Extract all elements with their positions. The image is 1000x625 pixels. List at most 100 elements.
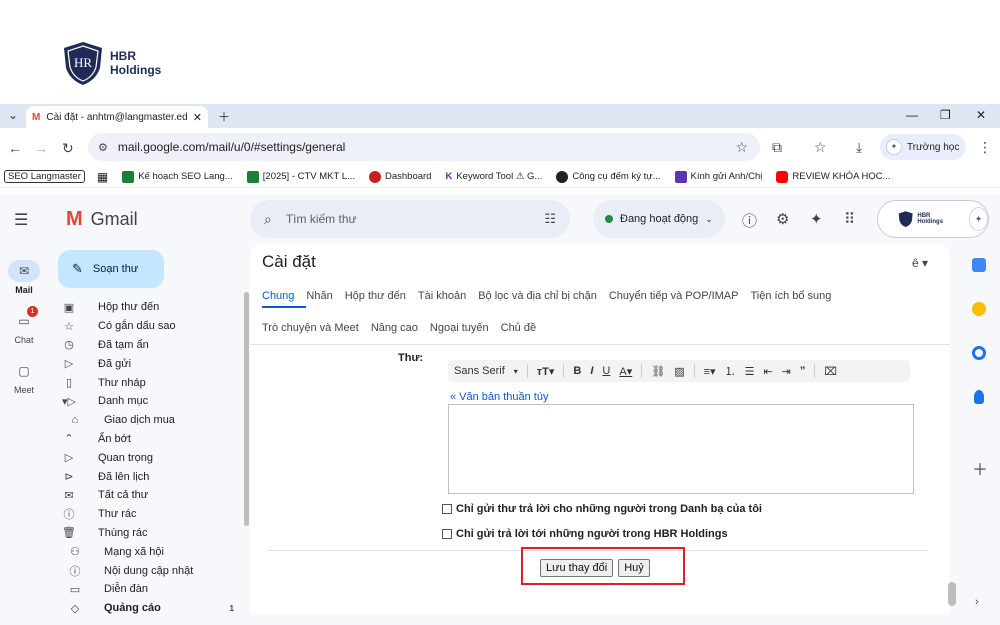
bookmark-review-khoa-hoc[interactable]: REVIEW KHÓA HỌC... (776, 170, 891, 183)
gmail-logo[interactable]: M Gmail (66, 208, 138, 231)
indent-more-icon[interactable]: ⇥ (782, 365, 791, 378)
text-color-icon[interactable]: A▾ (619, 365, 632, 378)
rail-chat[interactable]: ▭ 1 Chat (0, 306, 48, 345)
folder-inbox[interactable]: ▣ Hộp thư đến (58, 298, 248, 317)
download-icon[interactable]: ⤓ (856, 139, 862, 156)
folder-less[interactable]: ⌃ Ẩn bớt (58, 430, 248, 449)
close-window-icon[interactable]: ✕ (976, 108, 986, 122)
tab-accounts[interactable]: Tài khoản (418, 290, 466, 302)
folder-trash[interactable]: 🗑︎ Thùng rác (58, 524, 248, 543)
tab-advanced[interactable]: Nâng cao (371, 322, 418, 334)
rail-meet[interactable]: ▢ Meet (0, 360, 48, 395)
chevron-right-icon[interactable]: › (975, 596, 979, 608)
numbered-list-icon[interactable]: ⒈ (725, 363, 736, 379)
reload-icon[interactable]: ↻ (62, 140, 74, 157)
indent-less-icon[interactable]: ⇤ (763, 365, 772, 378)
chevron-down-icon[interactable]: ▾ (514, 367, 518, 376)
maximize-icon[interactable]: ❐ (940, 108, 951, 122)
tab-chat-meet[interactable]: Trò chuyện và Meet (262, 322, 359, 334)
folder-scheduled[interactable]: ⊳ Đã lên lịch (58, 467, 248, 486)
gemini-icon[interactable]: ✦ (810, 210, 823, 228)
tab-forwarding[interactable]: Chuyển tiếp và POP/IMAP (609, 290, 739, 302)
plain-text-link[interactable]: « Văn bản thuần túy (450, 391, 548, 403)
folder-snoozed[interactable]: ◷ Đã tạm ẩn (58, 336, 248, 355)
cancel-button[interactable]: Huỷ (618, 559, 650, 577)
search-options-icon[interactable]: ☷ (544, 211, 556, 227)
apps-grid-icon[interactable]: ⠿ (844, 210, 855, 228)
folder-social[interactable]: ⚇ Mạng xã hội (58, 542, 248, 561)
quote-icon[interactable]: ” (800, 365, 806, 377)
apps-grid-icon[interactable]: ▦ (97, 170, 108, 184)
checkbox-contacts-only[interactable]: Chỉ gửi thư trả lời cho những người tron… (442, 503, 762, 515)
folder-purchases[interactable]: ⌂ Giao dịch mua (58, 411, 248, 430)
more-vert-icon[interactable]: ⋮ (978, 139, 992, 156)
folder-starred[interactable]: ☆ Có gắn dấu sao (58, 317, 248, 336)
font-size-icon[interactable]: тT▾ (537, 365, 555, 378)
signature-editor[interactable] (448, 404, 914, 494)
folder-categories[interactable]: ▾▷ Danh mục (58, 392, 248, 411)
bookmark-kinh-gui[interactable]: Kính gửi Anh/Chị (674, 170, 762, 183)
folder-promotions[interactable]: ◇ Quảng cáo 1 (58, 599, 248, 618)
back-arrow-icon[interactable]: ← (8, 140, 22, 156)
rail-mail[interactable]: ✉ Mail (0, 260, 48, 295)
profile-chip[interactable]: ✦ Trường học (880, 134, 966, 160)
bulleted-list-icon[interactable]: ☰ (745, 365, 755, 378)
folder-drafts[interactable]: ▯ Thư nháp (58, 373, 248, 392)
address-bar[interactable]: ⚙ mail.google.com/mail/u/0/#settings/gen… (88, 133, 760, 161)
extensions-icon[interactable]: ⧉ (772, 139, 782, 156)
tasks-icon[interactable] (972, 346, 986, 360)
sidebar-scrollbar[interactable] (244, 292, 249, 526)
input-tools-icon[interactable]: ê ▾ (912, 256, 928, 270)
site-info-icon[interactable]: ⚙ (98, 141, 108, 154)
status-chip[interactable]: Đang hoạt động ⌄ (593, 200, 725, 238)
image-icon[interactable]: ▨ (674, 365, 684, 378)
checkbox[interactable] (442, 504, 452, 514)
calendar-icon[interactable] (972, 258, 986, 272)
bookmark-cong-cu-dem[interactable]: Công cụ đếm ký tự... (556, 170, 661, 183)
gear-icon[interactable]: ⚙ (776, 210, 789, 228)
bookmark-star-icon[interactable]: ☆ (735, 139, 748, 156)
bookmark-ctv-mkt[interactable]: [2025] - CTV MKT L... (246, 170, 355, 183)
keep-icon[interactable] (972, 302, 986, 316)
bookmark-dashboard[interactable]: Dashboard (368, 170, 431, 183)
contacts-icon[interactable] (974, 390, 984, 404)
browser-tab[interactable]: M Cài đặt - anhtm@langmaster.ed ✕ (26, 106, 208, 128)
checkbox[interactable] (442, 529, 452, 539)
minimize-icon[interactable]: — (906, 108, 918, 122)
underline-icon[interactable]: U (602, 365, 610, 377)
bookmark-ke-hoach-seo[interactable]: Kế hoạch SEO Lang... (122, 170, 233, 183)
main-scrollbar[interactable] (948, 582, 956, 606)
italic-icon[interactable]: I (590, 365, 593, 377)
tab-addons[interactable]: Tiện ích bổ sung (750, 290, 831, 302)
tab-general[interactable]: Chung (262, 290, 294, 302)
tab-offline[interactable]: Ngoại tuyến (430, 322, 489, 334)
account-chip[interactable]: HBR Holdings ✦ (877, 200, 989, 238)
folder-all-mail[interactable]: ✉ Tất cả thư (58, 486, 248, 505)
tab-search-icon[interactable]: ⌄ (8, 108, 18, 122)
clear-format-icon[interactable]: ⌧ (824, 365, 837, 378)
folder-forums[interactable]: ▭ Diễn đàn (58, 580, 248, 599)
search-bar[interactable]: ⌕ Tìm kiếm thư ☷ (250, 200, 570, 238)
align-icon[interactable]: ≡▾ (704, 365, 716, 378)
forward-arrow-icon[interactable]: → (34, 140, 48, 156)
folder-sent[interactable]: ▷ Đã gửi (58, 354, 248, 373)
tab-themes[interactable]: Chủ đề (501, 322, 536, 334)
tab-filters[interactable]: Bộ lọc và địa chỉ bị chặn (478, 290, 597, 302)
new-tab-icon[interactable]: ＋ (218, 108, 230, 125)
add-app-icon[interactable]: ＋ (972, 456, 988, 480)
help-icon[interactable]: ⓘ (742, 210, 757, 231)
checkbox-domain-only[interactable]: Chỉ gửi trả lời tới những người trong HB… (442, 528, 728, 540)
save-button[interactable]: Lưu thay đổi (540, 559, 614, 577)
font-select[interactable]: Sans Serif (454, 365, 505, 377)
search-icon[interactable]: ⌕ (264, 211, 272, 228)
bold-icon[interactable]: B (573, 365, 581, 377)
folder-updates[interactable]: ⓘ Nội dung cập nhật (58, 561, 248, 580)
bookmarks-icon[interactable]: ☆ (814, 139, 827, 156)
folder-important[interactable]: ▷ Quan trọng (58, 448, 248, 467)
main-menu-icon[interactable]: ☰ (14, 210, 28, 230)
folder-spam[interactable]: ⓘ Thư rác (58, 505, 248, 524)
close-tab-icon[interactable]: ✕ (193, 111, 202, 124)
tab-labels[interactable]: Nhãn (306, 290, 332, 302)
compose-button[interactable]: ✎ Soạn thư (58, 250, 164, 288)
tab-inbox[interactable]: Hộp thư đến (345, 290, 406, 302)
